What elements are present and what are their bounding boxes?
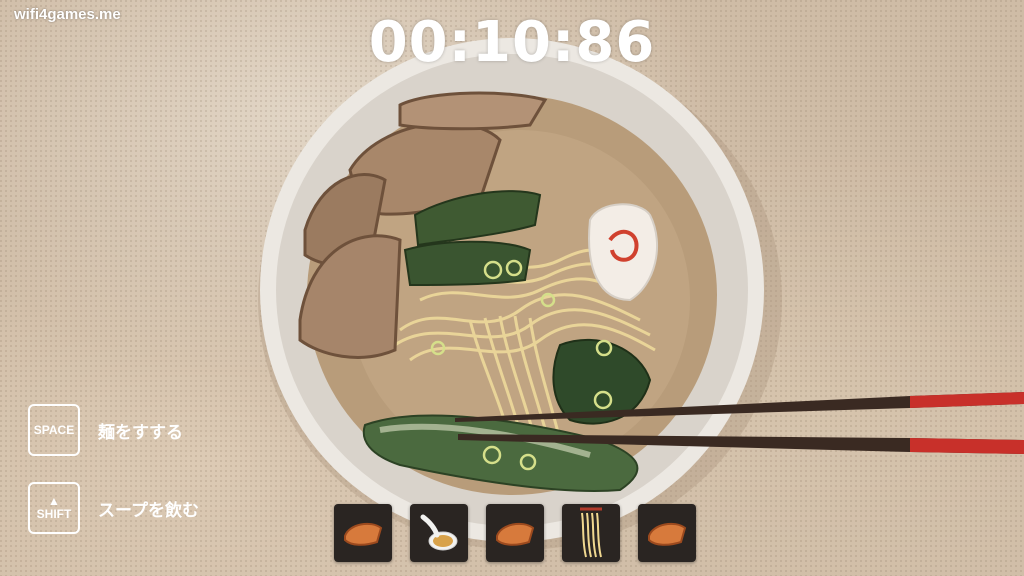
spoon-soup-icon <box>420 514 458 551</box>
slurp-noodles-label: 麺をすする <box>98 422 183 443</box>
tray-slot[interactable] <box>410 504 468 562</box>
space-key-label: SPACE <box>33 423 75 437</box>
control-hint-shift[interactable]: ▲ SHIFT スープを飲む <box>28 482 199 534</box>
tray-slot[interactable] <box>562 504 620 562</box>
shift-key[interactable]: ▲ SHIFT <box>28 482 80 534</box>
noodles-icon <box>580 507 602 558</box>
chashu-icon <box>496 522 535 546</box>
drink-soup-label: スープを飲む <box>98 500 199 521</box>
chashu-icon <box>648 522 687 546</box>
space-key[interactable]: SPACE <box>28 404 80 456</box>
tray-slot[interactable] <box>638 504 696 562</box>
shift-key-label: SHIFT <box>36 507 72 521</box>
tray-slot[interactable] <box>334 504 392 562</box>
shift-arrow-icon: ▲ <box>48 494 60 508</box>
chashu-icon <box>344 522 383 546</box>
ingredient-tray <box>334 504 696 562</box>
timer: 00:10:86 <box>368 10 656 75</box>
tray-slot[interactable] <box>486 504 544 562</box>
control-hint-space[interactable]: SPACE 麺をすする <box>28 404 183 456</box>
